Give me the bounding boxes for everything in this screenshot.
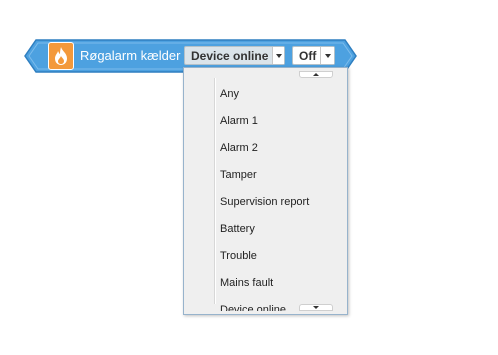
menu-item-tamper[interactable]: Tamper (220, 162, 309, 189)
menu-item-mains-fault[interactable]: Mains fault (220, 270, 309, 297)
status-dropdown-value: Device online (191, 48, 269, 63)
menu-list: Any Alarm 1 Alarm 2 Tamper Supervision r… (220, 81, 309, 311)
flame-icon (48, 42, 74, 70)
menu-guide-line (214, 78, 216, 304)
status-dropdown-menu: Any Alarm 1 Alarm 2 Tamper Supervision r… (183, 67, 348, 315)
menu-item-alarm-2[interactable]: Alarm 2 (220, 135, 309, 162)
chevron-down-icon[interactable] (320, 47, 334, 64)
menu-item-any[interactable]: Any (220, 81, 309, 108)
filter-dropdown-value: Off (299, 48, 317, 63)
status-dropdown[interactable]: Device online (184, 46, 285, 65)
menu-item-alarm-1[interactable]: Alarm 1 (220, 108, 309, 135)
chevron-down-icon[interactable] (272, 47, 284, 64)
filter-dropdown[interactable]: Off (292, 46, 335, 65)
menu-item-device-online[interactable]: Device online (220, 297, 309, 311)
block-label: Røgalarm kælder (80, 48, 181, 63)
scroll-down-icon[interactable] (299, 304, 333, 311)
menu-item-trouble[interactable]: Trouble (220, 243, 309, 270)
menu-item-supervision-report[interactable]: Supervision report (220, 189, 309, 216)
scroll-up-icon[interactable] (299, 71, 333, 78)
menu-item-battery[interactable]: Battery (220, 216, 309, 243)
